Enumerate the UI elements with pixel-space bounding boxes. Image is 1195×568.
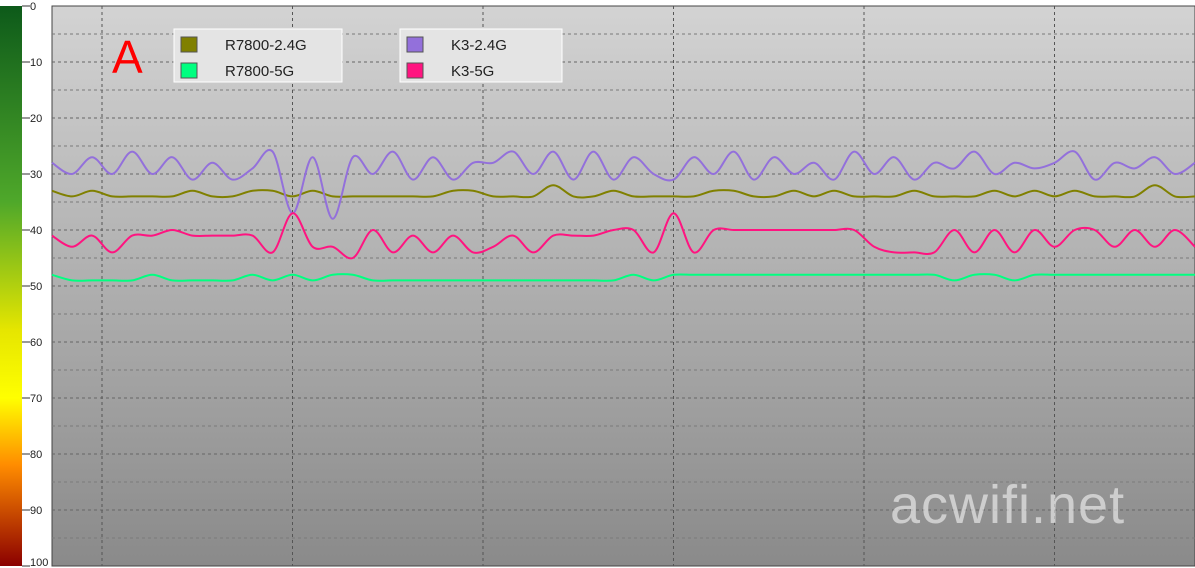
y-tick-label: 30 <box>30 169 42 181</box>
y-tick-label: 60 <box>30 337 42 349</box>
y-tick-label: 0 <box>30 1 36 13</box>
signal-scale-bar: 0 10 20 30 40 50 60 70 80 90 100 <box>0 1 48 568</box>
y-tick-label: 40 <box>30 225 42 237</box>
y-tick-label: 50 <box>30 281 42 293</box>
scale-gradient <box>0 6 22 566</box>
legend-label: R7800-2.4G <box>225 37 307 54</box>
legend-swatch <box>406 62 424 79</box>
legend-label: K3-2.4G <box>451 37 507 54</box>
legend-label: K3-5G <box>451 63 494 80</box>
y-tick-label: 80 <box>30 449 42 461</box>
y-tick-label: 20 <box>30 113 42 125</box>
watermark: acwifi.net <box>890 475 1126 535</box>
y-tick-label: 70 <box>30 393 42 405</box>
y-tick-label: 90 <box>30 505 42 517</box>
legend-swatch <box>180 62 198 79</box>
legend-label: R7800-5G <box>225 63 294 80</box>
legend-swatch <box>180 36 198 53</box>
chart-window: 0 10 20 30 40 50 60 70 80 90 100 R7800-2.4G R7800-5… <box>0 0 1195 568</box>
marker-letter: A <box>112 31 143 83</box>
y-tick-label: 100 <box>30 557 48 568</box>
y-tick-label: 10 <box>30 57 42 69</box>
legend-swatch <box>406 36 424 53</box>
